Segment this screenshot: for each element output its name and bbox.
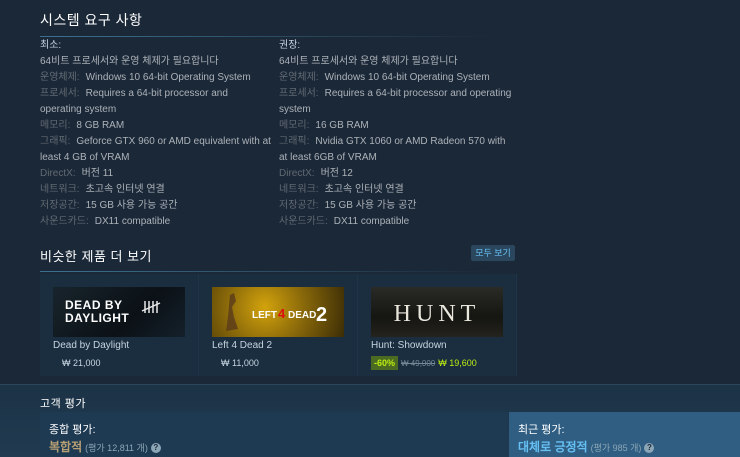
sysreq-value: 16 GB RAM xyxy=(315,120,369,131)
sysreq-value: 버전 12 xyxy=(320,168,353,179)
overall-reviews-label: 종합 평가: xyxy=(49,424,96,436)
overall-reviews: 종합 평가: 복합적 (평가 12,811 개)? xyxy=(40,412,508,457)
sysreq-minimum: 최소: 64비트 프로세서와 운영 체제가 필요합니다 운영체제: Windows… xyxy=(40,38,272,230)
sysreq-value: 15 GB 사용 가능 공간 xyxy=(324,200,417,211)
sysreq-key: 저장공간: xyxy=(279,200,319,211)
rec-card-dead-by-daylight[interactable]: DEAD BY DAYLIGHT Dead by Daylight ₩ 21,0… xyxy=(40,274,198,376)
logo-text: 4 xyxy=(278,306,286,321)
recent-reviews-summary: 대체로 긍정적 (평가 985 개)? xyxy=(518,438,655,455)
sysreq-min-net: 네트워크: 초고속 인터넷 연결 xyxy=(40,182,272,198)
discount-block: -60% ₩ 49,000 ₩ 19,600 xyxy=(371,356,477,370)
sysreq-key: 메모리: xyxy=(279,120,310,131)
sysreq-value: DX11 compatible xyxy=(94,216,171,227)
sysreq-key: 메모리: xyxy=(40,120,71,131)
original-price: ₩ 49,000 xyxy=(401,358,436,368)
recent-reviews: 최근 평가: 대체로 긍정적 (평가 985 개)? xyxy=(509,412,740,457)
game-price: ₩ 11,000 xyxy=(221,358,259,368)
capsule-image: DEAD BY DAYLIGHT xyxy=(53,287,185,337)
overall-reviews-summary: 복합적 (평가 12,811 개)? xyxy=(49,438,161,455)
hunt-logo: HUNT xyxy=(394,301,481,327)
game-title: Dead by Daylight xyxy=(53,340,130,351)
review-count: (평가 12,811 개) xyxy=(85,443,148,453)
sysreq-recommended: 권장: 64비트 프로세서와 운영 체제가 필요합니다 운영체제: Windows… xyxy=(279,38,515,230)
sysreq-value: Nvidia GTX 1060 or AMD Radeon 570 with a… xyxy=(279,136,506,163)
sysreq-key: 사운드카드: xyxy=(279,216,328,227)
rec-card-left-4-dead-2[interactable]: LEFT 4 DEAD 2 Left 4 Dead 2 ₩ 11,000 xyxy=(199,274,357,376)
sysreq-key: 운영체제: xyxy=(40,72,80,83)
game-title: Hunt: Showdown xyxy=(371,340,447,351)
game-title: Left 4 Dead 2 xyxy=(212,340,273,351)
sysreq-value: 초고속 인터넷 연결 xyxy=(324,184,404,195)
help-icon[interactable]: ? xyxy=(150,443,161,453)
capsule-image: LEFT 4 DEAD 2 xyxy=(212,287,344,337)
sysreq-rec-mem: 메모리: 16 GB RAM xyxy=(279,118,515,134)
sysreq-min-os: 운영체제: Windows 10 64-bit Operating System xyxy=(40,70,272,86)
sysreq-rec-gpu: 그래픽: Nvidia GTX 1060 or AMD Radeon 570 wi… xyxy=(279,134,515,166)
see-all-button[interactable]: 모두 보기 xyxy=(471,245,515,261)
final-price: ₩ 19,600 xyxy=(438,358,477,368)
recent-reviews-label: 최근 평가: xyxy=(518,424,565,436)
logo-text: LEFT xyxy=(252,310,277,321)
sysreq-value: Windows 10 64-bit Operating System xyxy=(324,72,490,83)
sysreq-key: 운영체제: xyxy=(279,72,319,83)
help-icon[interactable]: ? xyxy=(644,443,655,453)
sysreq-value: 15 GB 사용 가능 공간 xyxy=(85,200,178,211)
sysreq-key: DirectX: xyxy=(40,168,76,179)
sysreq-key: 프로세서: xyxy=(279,88,319,99)
review-score[interactable]: 복합적 xyxy=(49,440,82,454)
sysreq-rec-os: 운영체제: Windows 10 64-bit Operating System xyxy=(279,70,515,86)
logo-text: DAYLIGHT xyxy=(65,311,129,325)
logo-text: 2 xyxy=(316,304,327,326)
rec-card-hunt-showdown[interactable]: HUNT Hunt: Showdown -60% ₩ 49,000 ₩ 19,6… xyxy=(358,274,516,376)
sysreq-title: 시스템 요구 사항 xyxy=(40,10,515,37)
sysreq-value: DX11 compatible xyxy=(333,216,410,227)
sysreq-rec-header: 권장: xyxy=(279,40,301,51)
sysreq-min-note: 64비트 프로세서와 운영 체제가 필요합니다 xyxy=(40,56,219,67)
tally-icon xyxy=(141,301,161,313)
sysreq-min-sound: 사운드카드: DX11 compatible xyxy=(40,214,272,230)
sysreq-key: 네트워크: xyxy=(279,184,319,195)
logo-text: HUNT xyxy=(394,301,481,327)
sysreq-min-gpu: 그래픽: Geforce GTX 960 or AMD equivalent wi… xyxy=(40,134,272,166)
sysreq-rec-net: 네트워크: 초고속 인터넷 연결 xyxy=(279,182,515,198)
sysreq-key: 사운드카드: xyxy=(40,216,89,227)
sysreq-rec-sound: 사운드카드: DX11 compatible xyxy=(279,214,515,230)
sysreq-value: 초고속 인터넷 연결 xyxy=(85,184,165,195)
sysreq-key: 저장공간: xyxy=(40,200,80,211)
game-price: ₩ 21,000 xyxy=(62,358,101,368)
left-4-dead-2-logo: LEFT 4 DEAD 2 xyxy=(226,293,327,331)
store-page: 시스템 요구 사항 최소: 64비트 프로세서와 운영 체제가 필요합니다 운영… xyxy=(0,0,740,457)
dead-by-daylight-logo: DEAD BY DAYLIGHT xyxy=(65,298,161,325)
reviews-title: 고객 평가 xyxy=(40,398,87,410)
sysreq-min-mem: 메모리: 8 GB RAM xyxy=(40,118,272,134)
review-score[interactable]: 대체로 긍정적 xyxy=(518,440,588,454)
sysreq-key: 그래픽: xyxy=(279,136,310,147)
sysreq-key: 프로세서: xyxy=(40,88,80,99)
sysreq-value: 버전 11 xyxy=(81,168,114,179)
review-count: (평가 985 개) xyxy=(590,443,642,453)
sysreq-key: DirectX: xyxy=(279,168,315,179)
sysreq-key: 그래픽: xyxy=(40,136,71,147)
sysreq-min-cpu: 프로세서: Requires a 64-bit processor and ope… xyxy=(40,86,272,118)
logo-text: DEAD BY xyxy=(65,298,123,312)
sysreq-min-disk: 저장공간: 15 GB 사용 가능 공간 xyxy=(40,198,272,214)
sysreq-value: Windows 10 64-bit Operating System xyxy=(85,72,251,83)
sysreq-min-dx: DirectX: 버전 11 xyxy=(40,166,272,182)
sysreq-value: 8 GB RAM xyxy=(76,120,125,131)
sysreq-value: Geforce GTX 960 or AMD equivalent with a… xyxy=(40,136,271,163)
logo-text: DEAD xyxy=(288,310,316,321)
sysreq-rec-cpu: 프로세서: Requires a 64-bit processor and ope… xyxy=(279,86,515,118)
capsule-image: HUNT xyxy=(371,287,503,337)
sysreq-rec-note: 64비트 프로세서와 운영 체제가 필요합니다 xyxy=(279,56,458,67)
sysreq-key: 네트워크: xyxy=(40,184,80,195)
sysreq-rec-disk: 저장공간: 15 GB 사용 가능 공간 xyxy=(279,198,515,214)
hand-icon xyxy=(226,293,238,331)
similar-products-title: 비슷한 제품 더 보기 xyxy=(40,246,515,272)
sysreq-min-header: 최소: xyxy=(40,40,62,51)
discount-percent: -60% xyxy=(371,356,399,370)
sysreq-rec-dx: DirectX: 버전 12 xyxy=(279,166,515,182)
